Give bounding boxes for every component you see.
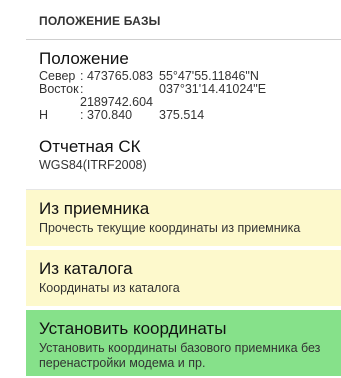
- from-receiver-subtitle: Прочесть текущие координаты из приемника: [39, 221, 301, 235]
- position-title: Положение: [39, 49, 129, 68]
- set-coordinates-button[interactable]: Установить координаты Установить координ…: [26, 310, 341, 376]
- north-value: : 473765.083: [80, 69, 153, 83]
- height-label: H: [39, 108, 49, 122]
- from-catalog-subtitle: Координаты из каталога: [39, 281, 180, 295]
- height-geo: 375.514: [159, 108, 205, 122]
- reporting-crs-item[interactable]: Отчетная СК WGS84(ITRF2008): [26, 124, 341, 190]
- coords-table: Север : 473765.083 55°47'55.11846"N Вост…: [39, 70, 341, 122]
- crs-value: WGS84(ITRF2008): [39, 158, 147, 172]
- set-coordinates-subtitle: Установить координаты базового приемника…: [39, 341, 321, 370]
- east-geo: 037°31'14.41024"E: [159, 82, 267, 96]
- from-receiver-button[interactable]: Из приемника Прочесть текущие координаты…: [26, 190, 341, 246]
- position-block: Положение Север : 473765.083 55°47'55.11…: [26, 40, 341, 124]
- east-value: : 2189742.604: [80, 82, 153, 109]
- section-header: ПОЛОЖЕНИЕ БАЗЫ: [26, 0, 341, 40]
- from-receiver-title: Из приемника: [39, 199, 150, 218]
- crs-title: Отчетная СК: [39, 137, 141, 156]
- from-catalog-title: Из каталога: [39, 259, 133, 278]
- height-value: : 370.840: [80, 108, 133, 122]
- base-position-panel: ПОЛОЖЕНИЕ БАЗЫ Положение Север : 473765.…: [26, 0, 341, 378]
- set-coordinates-title: Установить координаты: [39, 319, 227, 338]
- east-label: Восток: [39, 82, 79, 96]
- from-catalog-button[interactable]: Из каталога Координаты из каталога: [26, 250, 341, 306]
